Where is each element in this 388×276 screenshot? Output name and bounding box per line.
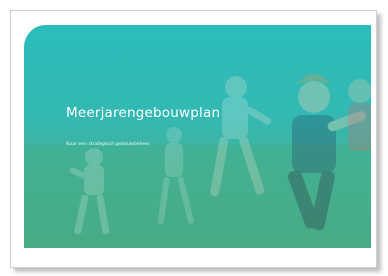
document-title: Meerjarengebouwplan: [66, 105, 221, 121]
document-subtitle: Naar een strategisch gebouwbeheer: [66, 142, 150, 147]
document-page: Meerjarengebouwplan Naar een strategisch…: [10, 10, 377, 268]
cover-photo: Meerjarengebouwplan Naar een strategisch…: [24, 25, 371, 248]
children-running-photo: [24, 74, 371, 248]
